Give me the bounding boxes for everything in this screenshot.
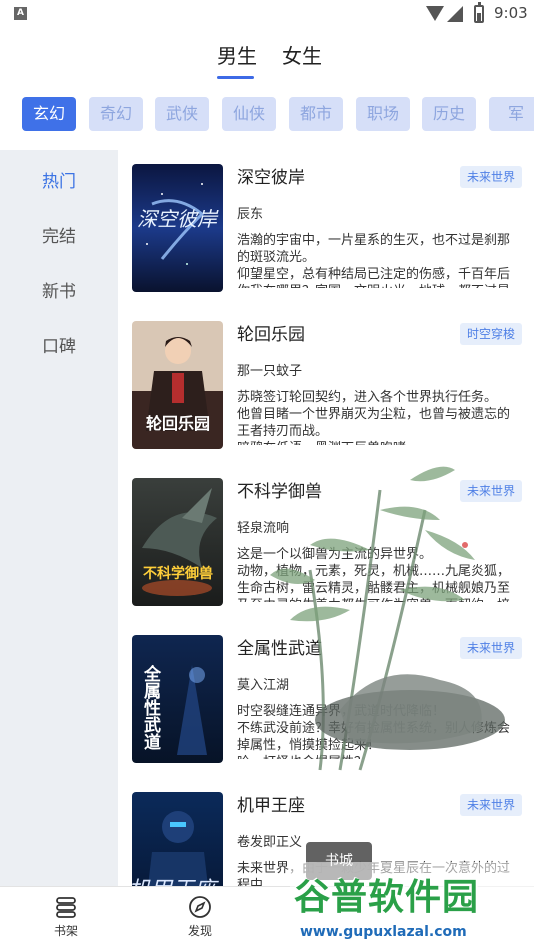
book-author: 轻泉流响 bbox=[237, 521, 290, 536]
watermark-logo: 谷普软件园 bbox=[290, 862, 534, 922]
book-description: 浩瀚的宇宙中，一片星系的生灭，也不过是刹那的斑驳流光。 仰望星空，总有种结局已注… bbox=[237, 233, 511, 288]
book-list: 深空彼岸 深空彼岸 未来世界 辰东 浩瀚的宇宙中，一片星系的生灭，也不过是刹那的… bbox=[118, 150, 534, 886]
book-title: 全属性武道 bbox=[237, 639, 322, 659]
bookshelf-icon bbox=[56, 897, 76, 918]
book-title: 不科学御兽 bbox=[237, 482, 322, 502]
book-item[interactable]: 深空彼岸 深空彼岸 未来世界 辰东 浩瀚的宇宙中，一片星系的生灭，也不过是刹那的… bbox=[118, 150, 534, 300]
cover-title-text: 全属性武道 bbox=[140, 664, 162, 750]
side-item-finished[interactable]: 完结 bbox=[42, 222, 76, 247]
side-item-new[interactable]: 新书 bbox=[42, 277, 76, 302]
compass-icon bbox=[189, 896, 211, 918]
book-title: 轮回乐园 bbox=[237, 325, 305, 345]
book-description: 时空裂缝连通异界，武道时代降临！ 不练武没前途？幸好有捡属性系统，别人修炼会掉属… bbox=[237, 704, 511, 759]
gender-tabs: 男生 女生 bbox=[0, 40, 534, 84]
book-cover: 轮回乐园 bbox=[132, 321, 223, 449]
book-cover: 不科学御兽 bbox=[132, 478, 223, 606]
book-category-tag: 未来世界 bbox=[459, 637, 522, 659]
genre-chip-xianxia[interactable]: 仙侠 bbox=[222, 97, 276, 131]
status-bar: A 9:03 bbox=[0, 0, 534, 28]
book-category-tag: 未来世界 bbox=[459, 794, 522, 816]
genre-filter-row: 玄幻 奇幻 武侠 仙侠 都市 职场 历史 军 bbox=[22, 97, 534, 133]
tab-male[interactable]: 男生 bbox=[217, 40, 257, 69]
genre-chip-lishi[interactable]: 历史 bbox=[422, 97, 476, 131]
battery-icon bbox=[474, 2, 484, 23]
tab-female[interactable]: 女生 bbox=[282, 40, 322, 69]
watermark-logo-text: 谷普软件园 bbox=[294, 877, 480, 918]
signal-icon bbox=[447, 6, 463, 22]
book-author: 卷发即正义 bbox=[237, 835, 303, 850]
content-area: 热门 完结 新书 口碑 深空彼岸 深空彼岸 未来世界 辰东 浩瀚的宇宙中，一片星… bbox=[0, 150, 534, 886]
book-category-tag: 未来世界 bbox=[459, 480, 522, 502]
genre-chip-xuanhuan[interactable]: 玄幻 bbox=[22, 97, 76, 131]
nav-label: 发现 bbox=[187, 924, 212, 938]
side-item-rating[interactable]: 口碑 bbox=[42, 332, 76, 357]
nav-label: 书架 bbox=[53, 924, 78, 938]
book-title: 深空彼岸 bbox=[237, 168, 305, 188]
book-cover: 全属性武道 bbox=[132, 635, 223, 763]
watermark: 谷普软件园 www.gupuxlazal.com bbox=[290, 862, 534, 950]
side-menu: 热门 完结 新书 口碑 bbox=[0, 150, 118, 886]
cover-title-text: 不科学御兽 bbox=[143, 565, 213, 582]
cover-title-text: 机甲王座 bbox=[132, 878, 219, 886]
status-time: 9:03 bbox=[494, 4, 528, 22]
genre-chip-wuxia[interactable]: 武侠 bbox=[155, 97, 209, 131]
book-item[interactable]: 轮回乐园 轮回乐园 时空穿梭 那一只蚊子 苏晓签订轮回契约，进入各个世界执行任务… bbox=[118, 307, 534, 457]
notification-icon: A bbox=[14, 7, 27, 20]
book-category-tag: 时空穿梭 bbox=[459, 323, 522, 345]
nav-item-bookshelf[interactable]: 书架 bbox=[36, 895, 96, 939]
book-author: 那一只蚊子 bbox=[237, 364, 303, 379]
side-item-hot[interactable]: 热门 bbox=[42, 167, 76, 192]
active-tab-indicator bbox=[217, 76, 254, 79]
nav-item-discover[interactable]: 发现 bbox=[170, 895, 230, 939]
genre-chip-zhichang[interactable]: 职场 bbox=[356, 97, 410, 131]
watermark-url: www.gupuxlazal.com bbox=[300, 924, 467, 940]
cover-title-text: 深空彼岸 bbox=[137, 207, 219, 231]
book-category-tag: 未来世界 bbox=[459, 166, 522, 188]
book-description: 苏晓签订轮回契约，进入各个世界执行任务。 他曾目睹一个世界崩灭为尘粒，也曾与被遗… bbox=[237, 390, 511, 445]
genre-chip-dushi[interactable]: 都市 bbox=[289, 97, 343, 131]
book-cover: 机甲王座 bbox=[132, 792, 223, 886]
cover-title-text: 轮回乐园 bbox=[146, 414, 210, 433]
genre-chip-junshi[interactable]: 军 bbox=[489, 97, 534, 131]
genre-chip-qihuan[interactable]: 奇幻 bbox=[89, 97, 143, 131]
book-title: 机甲王座 bbox=[237, 796, 305, 816]
book-item[interactable]: 不科学御兽 不科学御兽 未来世界 轻泉流响 这是一个以御兽为主流的异世界。 动物… bbox=[118, 464, 534, 614]
wifi-icon bbox=[426, 6, 444, 21]
book-author: 辰东 bbox=[237, 207, 264, 222]
book-author: 莫入江湖 bbox=[237, 678, 290, 693]
book-cover: 深空彼岸 bbox=[132, 164, 223, 292]
book-description: 这是一个以御兽为主流的异世界。 动物，植物，元素，死灵，机械……九尾炎狐，生命古… bbox=[237, 547, 511, 602]
book-item[interactable]: 全属性武道 全属性武道 未来世界 莫入江湖 时空裂缝连通异界，武道时代降临！ 不… bbox=[118, 621, 534, 771]
